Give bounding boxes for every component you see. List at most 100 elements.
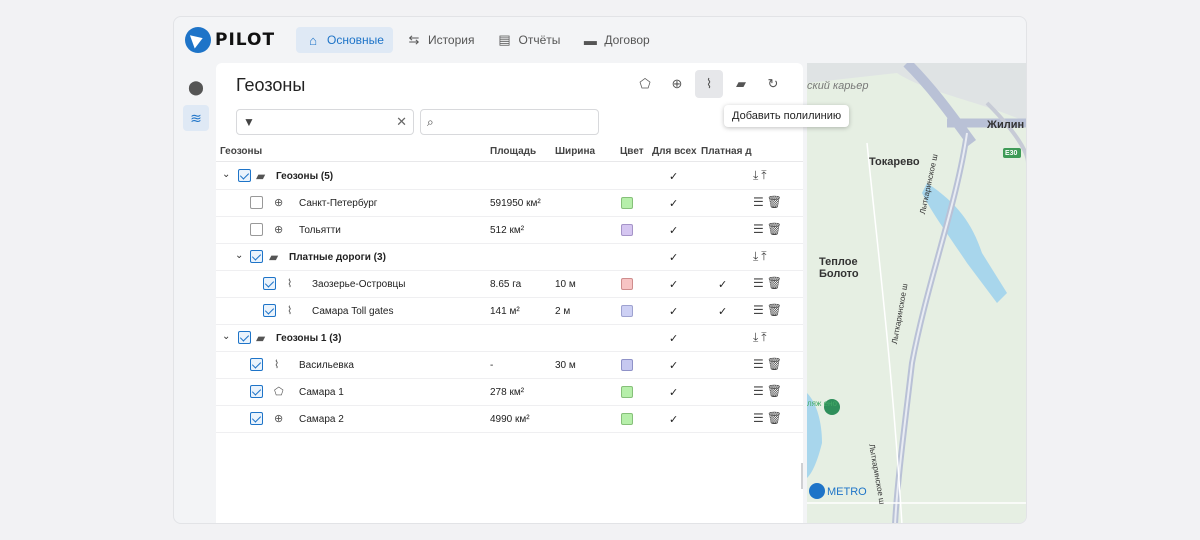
refresh-button[interactable]: ↻ [759,70,787,98]
download-upload-icon[interactable]: ⤓⤒ [753,330,770,345]
all-check: ✓ [669,279,679,291]
filter-input[interactable]: ▼ ✕ [236,109,414,135]
list-delete-icon[interactable]: ☰🗑 [753,357,785,371]
list-delete-icon[interactable]: ☰🗑 [753,384,785,398]
row-checkbox[interactable] [250,358,263,371]
nav-tab-history[interactable]: ⇆ История [397,27,484,53]
list-delete-icon[interactable]: ☰🗑 [753,303,785,317]
col-name[interactable]: Геозоны [220,146,262,157]
table-header: Геозоны Площадь Ширина Цвет Для всех Пла… [216,142,803,162]
map-label: ский карьер [807,80,869,92]
clear-filter-icon[interactable]: ✕ [396,114,407,130]
app-window: PILOT ⌂ Основные ⇆ История ▤ Отчёты ▬ До… [173,16,1027,524]
all-check: ✓ [669,414,679,426]
tooltip: Добавить полилинию [724,105,850,127]
nav-tab-label: История [427,33,475,47]
row-checkbox[interactable] [263,277,276,290]
group-row[interactable]: ⌄ ▰ Геозоны (5) ✓ ⤓⤒ [216,163,803,190]
geozone-width: 30 м [555,360,576,371]
paid-check: ✓ [718,279,728,291]
map-pin-icon: ⬤ [188,78,204,95]
row-checkbox[interactable] [250,250,263,263]
table-row[interactable]: ⌇ Васильевка - 30 м ✓ ☰🗑 [216,352,803,379]
group-row[interactable]: ⌄ ▰ Геозоны 1 (3) ✓ ⤓⤒ [216,325,803,352]
all-check: ✓ [669,306,679,318]
download-upload-icon[interactable]: ⤓⤒ [753,168,770,183]
folder-open-icon: ▰ [269,250,279,264]
polygon-icon: ⬠ [639,76,651,91]
polyline-icon: ⌇ [287,305,293,317]
row-checkbox[interactable] [250,196,263,209]
table-row[interactable]: ⬠ Самара 1 278 км² ✓ ☰🗑 [216,379,803,406]
top-bar: PILOT ⌂ Основные ⇆ История ▤ Отчёты ▬ До… [174,17,1026,63]
color-swatch[interactable] [621,305,633,317]
table-row[interactable]: ⊕ Тольятти 512 км² ✓ ☰🗑 [216,217,803,244]
scrollbar[interactable] [801,463,803,489]
chevron-down-icon[interactable]: ⌄ [222,169,230,180]
color-swatch[interactable] [621,197,633,209]
col-width[interactable]: Ширина [555,146,595,157]
brand-name: PILOT [215,30,276,50]
list-delete-icon[interactable]: ☰🗑 [753,195,785,209]
row-checkbox[interactable] [238,169,251,182]
logo[interactable]: PILOT [185,27,275,53]
map-label: Болото [819,268,859,280]
geozone-area: 4990 км² [490,414,530,425]
col-color[interactable]: Цвет [620,146,644,157]
map-view[interactable]: ский карьер Жилин E30 Токарево Теплое Бо… [807,63,1026,523]
geozone-name: Самара 2 [299,414,344,425]
geozone-area: 591950 км² [490,198,541,209]
all-check: ✓ [669,225,679,237]
table-row[interactable]: ⊕ Санкт-Петербург 591950 км² ✓ ☰🗑 [216,190,803,217]
search-input[interactable]: ⌕ [420,109,599,135]
refresh-icon: ↻ [767,76,779,91]
row-checkbox[interactable] [250,412,263,425]
col-all[interactable]: Для всех [652,146,697,157]
color-swatch[interactable] [621,413,633,425]
nav-tab-label: Договор [604,33,650,47]
geozone-area: 278 км² [490,387,525,398]
color-swatch[interactable] [621,278,633,290]
list-delete-icon[interactable]: ☰🗑 [753,276,785,290]
nav-tab-reports[interactable]: ▤ Отчёты [487,27,569,53]
add-circle-button[interactable]: ⊕ [663,70,691,98]
add-polyline-button[interactable]: ⌇ [695,70,723,98]
rail-layers-button[interactable]: ≋ [183,105,209,131]
row-checkbox[interactable] [238,331,251,344]
all-check: ✓ [669,198,679,210]
table-row[interactable]: ⊕ Самара 2 4990 км² ✓ ☰🗑 [216,406,803,433]
list-delete-icon[interactable]: ☰🗑 [753,222,785,236]
geozone-area: - [490,360,494,371]
list-delete-icon[interactable]: ☰🗑 [753,411,785,425]
row-checkbox[interactable] [250,385,263,398]
panel-toolbar: ⬠ ⊕ ⌇ ▰ ↻ [631,70,787,98]
nav-tab-main[interactable]: ⌂ Основные [296,27,393,53]
row-checkbox[interactable] [250,223,263,236]
download-upload-icon[interactable]: ⤓⤒ [753,249,770,264]
polyline-icon: ⌇ [705,76,713,91]
add-polygon-button[interactable]: ⬠ [631,70,659,98]
col-area[interactable]: Площадь [490,146,536,157]
map-poi-label: METRO [827,486,867,498]
color-swatch[interactable] [621,386,633,398]
rail-objects-button[interactable]: ⬤ [183,74,209,100]
color-swatch[interactable] [621,224,633,236]
all-check: ✓ [669,360,679,372]
color-swatch[interactable] [621,359,633,371]
row-checkbox[interactable] [263,304,276,317]
folder-open-icon: ▰ [256,169,266,183]
page-title: Геозоны [236,75,306,95]
col-paid[interactable]: Платная д [701,146,752,157]
geozone-area: 8.65 га [490,279,522,290]
nav-tab-contract[interactable]: ▬ Договор [573,27,658,53]
chevron-down-icon[interactable]: ⌄ [222,331,230,342]
crosshair-icon: ⊕ [274,224,284,236]
group-row[interactable]: ⌄ ▰ Платные дороги (3) ✓ ⤓⤒ [216,244,803,271]
chevron-down-icon[interactable]: ⌄ [235,250,243,261]
table-row[interactable]: ⌇ Заозерье-Островцы 8.65 га 10 м ✓ ✓ ☰🗑 [216,271,803,298]
all-check: ✓ [669,171,679,183]
search-icon: ⌕ [427,114,434,129]
geozones-panel: Геозоны ⬠ ⊕ ⌇ ▰ ↻ ▼ ✕ ⌕ Геозоны Площадь … [216,63,803,523]
add-folder-button[interactable]: ▰ [727,70,755,98]
table-row[interactable]: ⌇ Самара Toll gates 141 м² 2 м ✓ ✓ ☰🗑 [216,298,803,325]
